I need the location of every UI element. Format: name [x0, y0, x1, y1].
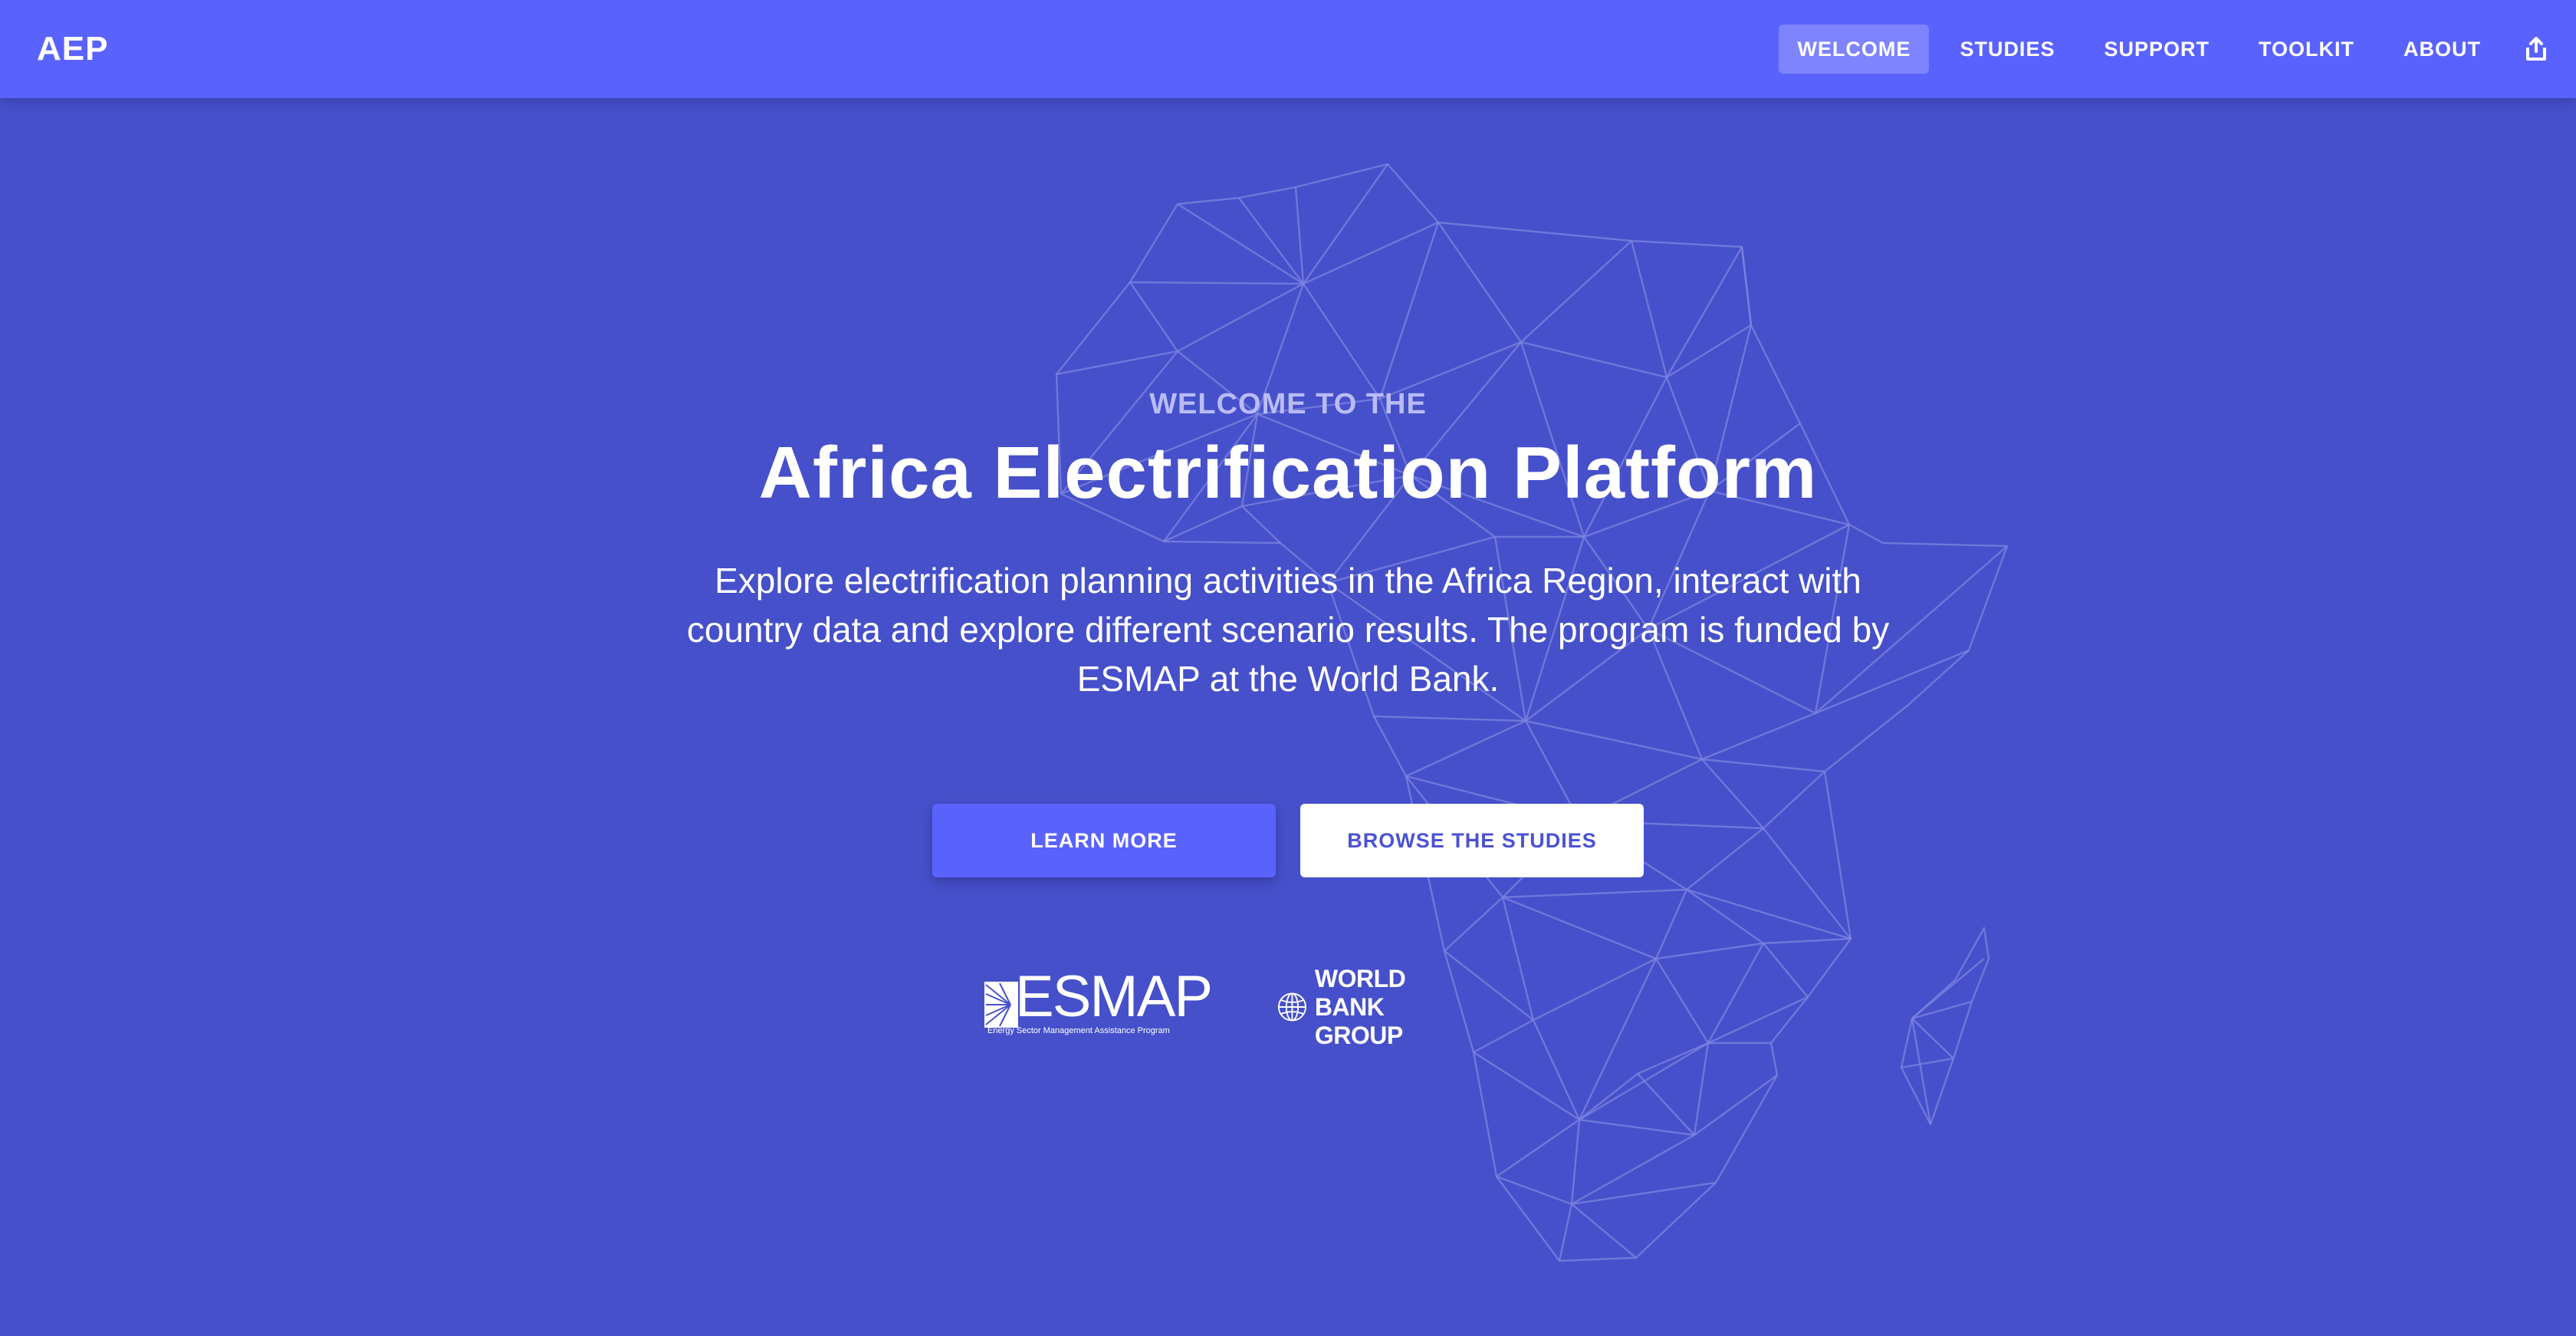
hero-eyebrow: WELCOME TO THE — [1149, 388, 1427, 420]
esmap-tagline: Energy Sector Management Assistance Prog… — [987, 1026, 1170, 1035]
share-icon[interactable] — [2512, 25, 2561, 74]
nav-welcome[interactable]: WELCOME — [1779, 25, 1930, 74]
esmap-burst-icon — [984, 982, 1018, 1028]
hero-description-line: Explore electrification planning activit… — [715, 561, 1861, 601]
globe-icon — [1277, 992, 1306, 1022]
hero-description-line: ESMAP at the World Bank. — [1076, 659, 1500, 699]
browse-studies-button[interactable]: BROWSE THE STUDIES — [1300, 804, 1644, 877]
nav-studies[interactable]: STUDIES — [1941, 25, 2073, 74]
learn-more-button[interactable]: LEARN MORE — [932, 804, 1276, 877]
africa-network-map — [1055, 163, 2009, 1262]
hero-description: Explore electrification planning activit… — [636, 556, 1940, 703]
world-bank-logo[interactable]: WORLD BANK GROUP — [1277, 965, 1438, 1049]
nav-support[interactable]: SUPPORT — [2085, 25, 2228, 74]
nav-about[interactable]: ABOUT — [2385, 25, 2499, 74]
hero-title: Africa Electrification Platform — [758, 432, 1818, 514]
esmap-wordmark: ESMAP — [1015, 964, 1213, 1029]
esmap-logo[interactable]: ESMAP Energy Sector Management Assistanc… — [984, 966, 1230, 1038]
nav-toolkit[interactable]: TOOLKIT — [2240, 25, 2373, 74]
main-nav: WELCOME STUDIES SUPPORT TOOLKIT ABOUT — [1779, 0, 2576, 98]
brand-logo[interactable]: AEP — [37, 28, 108, 71]
hero-description-line: country data and explore different scena… — [686, 610, 1890, 650]
top-navigation-bar: AEP WELCOME STUDIES SUPPORT TOOLKIT ABOU… — [0, 0, 2576, 98]
world-bank-wordmark: WORLD BANK GROUP — [1314, 964, 1406, 1049]
